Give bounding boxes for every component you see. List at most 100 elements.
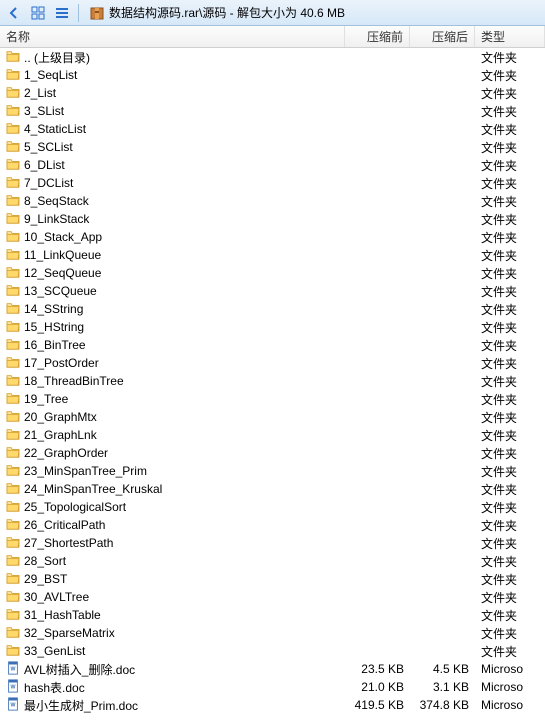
view-icons-button[interactable] — [28, 3, 48, 23]
folder-icon — [6, 572, 20, 587]
folder-icon — [6, 140, 20, 155]
folder-icon — [6, 626, 20, 641]
file-name-cell: 17_PostOrder — [0, 356, 345, 371]
file-type-cell: 文件夹 — [475, 319, 545, 336]
file-row[interactable]: 21_GraphLnk文件夹 — [0, 426, 545, 444]
file-type-cell: 文件夹 — [475, 283, 545, 300]
path-text: 数据结构源码.rar\源码 - 解包大小为 40.6 MB — [109, 4, 345, 21]
file-name-label: 5_SCList — [24, 140, 73, 154]
file-row[interactable]: 19_Tree文件夹 — [0, 390, 545, 408]
file-row[interactable]: 10_Stack_App文件夹 — [0, 228, 545, 246]
file-name-cell: 16_BinTree — [0, 338, 345, 353]
column-header-name[interactable]: 名称 — [0, 26, 345, 47]
folder-icon — [6, 122, 20, 137]
nav-back-button[interactable] — [4, 3, 24, 23]
svg-text:W: W — [11, 684, 16, 690]
file-row[interactable]: 29_BST文件夹 — [0, 570, 545, 588]
file-row[interactable]: 6_DList文件夹 — [0, 156, 545, 174]
file-row[interactable]: WAVL树插入_删除.doc23.5 KB4.5 KBMicroso — [0, 660, 545, 678]
file-row[interactable]: 3_SList 文件夹 — [0, 102, 545, 120]
file-row[interactable]: 33_GenList 文件夹 — [0, 642, 545, 660]
folder-icon — [6, 554, 20, 569]
size-after-cell: 4.5 KB — [410, 662, 475, 676]
file-type-cell: Microso — [475, 680, 545, 694]
file-row[interactable]: Whash表.doc21.0 KB3.1 KBMicroso — [0, 678, 545, 696]
file-row[interactable]: 7_DCList文件夹 — [0, 174, 545, 192]
file-name-label: 17_PostOrder — [24, 356, 99, 370]
file-row[interactable]: W最小生成树_Prim.doc419.5 KB374.8 KBMicroso — [0, 696, 545, 714]
file-type-cell: 文件夹 — [475, 355, 545, 372]
file-name-cell: 9_LinkStack — [0, 212, 345, 227]
file-row[interactable]: 14_SString 文件夹 — [0, 300, 545, 318]
file-type-cell: 文件夹 — [475, 625, 545, 642]
column-header-before[interactable]: 压缩前 — [345, 26, 410, 47]
file-name-label: 33_GenList — [24, 644, 85, 658]
file-name-cell: 4_StaticList — [0, 122, 345, 137]
file-row[interactable]: 15_HString 文件夹 — [0, 318, 545, 336]
path-bar[interactable]: 数据结构源码.rar\源码 - 解包大小为 40.6 MB — [85, 4, 541, 21]
file-row[interactable]: 16_BinTree 文件夹 — [0, 336, 545, 354]
file-name-label: 2_List — [24, 86, 56, 100]
folder-icon — [6, 590, 20, 605]
view-list-button[interactable] — [52, 3, 72, 23]
file-name-label: 30_AVLTree — [24, 590, 89, 604]
file-type-cell: 文件夹 — [475, 301, 545, 318]
file-row[interactable]: .. (上级目录)文件夹 — [0, 48, 545, 66]
file-name-label: 16_BinTree — [24, 338, 86, 352]
folder-icon — [6, 374, 20, 389]
file-name-cell: 25_TopologicalSort — [0, 500, 345, 515]
column-header-after[interactable]: 压缩后 — [410, 26, 475, 47]
file-type-cell: 文件夹 — [475, 103, 545, 120]
file-row[interactable]: 24_MinSpanTree_Kruskal文件夹 — [0, 480, 545, 498]
file-type-cell: Microso — [475, 662, 545, 676]
file-row[interactable]: 31_HashTable文件夹 — [0, 606, 545, 624]
column-header-type[interactable]: 类型 — [475, 26, 545, 47]
file-type-cell: 文件夹 — [475, 643, 545, 660]
file-row[interactable]: 23_MinSpanTree_Prim文件夹 — [0, 462, 545, 480]
file-name-cell: 3_SList — [0, 104, 345, 119]
file-row[interactable]: 26_CriticalPath文件夹 — [0, 516, 545, 534]
file-list[interactable]: .. (上级目录)文件夹1_SeqList文件夹2_List文件夹3_SList… — [0, 48, 545, 720]
file-row[interactable]: 25_TopologicalSort文件夹 — [0, 498, 545, 516]
file-name-label: 31_HashTable — [24, 608, 101, 622]
file-type-cell: 文件夹 — [475, 121, 545, 138]
file-type-cell: 文件夹 — [475, 535, 545, 552]
folder-icon — [6, 464, 20, 479]
file-type-cell: Microso — [475, 698, 545, 712]
file-row[interactable]: 2_List文件夹 — [0, 84, 545, 102]
file-type-cell: 文件夹 — [475, 337, 545, 354]
file-row[interactable]: 11_LinkQueue文件夹 — [0, 246, 545, 264]
file-type-cell: 文件夹 — [475, 139, 545, 156]
folder-icon — [6, 194, 20, 209]
file-row[interactable]: 30_AVLTree文件夹 — [0, 588, 545, 606]
file-row[interactable]: 20_GraphMtx文件夹 — [0, 408, 545, 426]
file-row[interactable]: 32_SparseMatrix文件夹 — [0, 624, 545, 642]
file-row[interactable]: 27_ShortestPath文件夹 — [0, 534, 545, 552]
file-row[interactable]: 28_Sort文件夹 — [0, 552, 545, 570]
file-name-cell: 14_SString — [0, 302, 345, 317]
file-row[interactable]: 9_LinkStack文件夹 — [0, 210, 545, 228]
file-row[interactable]: 5_SCList 文件夹 — [0, 138, 545, 156]
folder-icon — [6, 518, 20, 533]
file-row[interactable]: 13_SCQueue文件夹 — [0, 282, 545, 300]
file-name-cell: 15_HString — [0, 320, 345, 335]
file-name-cell: 10_Stack_App — [0, 230, 345, 245]
file-row[interactable]: 18_ThreadBinTree文件夹 — [0, 372, 545, 390]
folder-icon — [6, 428, 20, 443]
file-row[interactable]: 8_SeqStack文件夹 — [0, 192, 545, 210]
file-row[interactable]: 22_GraphOrder文件夹 — [0, 444, 545, 462]
folder-icon — [6, 230, 20, 245]
file-row[interactable]: 12_SeqQueue文件夹 — [0, 264, 545, 282]
file-name-cell: 12_SeqQueue — [0, 266, 345, 281]
file-type-cell: 文件夹 — [475, 553, 545, 570]
file-row[interactable]: 4_StaticList 文件夹 — [0, 120, 545, 138]
file-name-label: 6_DList — [24, 158, 65, 172]
file-name-cell: 1_SeqList — [0, 68, 345, 83]
folder-icon — [6, 302, 20, 317]
file-row[interactable]: 1_SeqList文件夹 — [0, 66, 545, 84]
file-row[interactable]: 17_PostOrder 文件夹 — [0, 354, 545, 372]
file-name-cell: 6_DList — [0, 158, 345, 173]
file-name-cell: .. (上级目录) — [0, 49, 345, 66]
file-name-label: 10_Stack_App — [24, 230, 102, 244]
folder-icon — [6, 446, 20, 461]
